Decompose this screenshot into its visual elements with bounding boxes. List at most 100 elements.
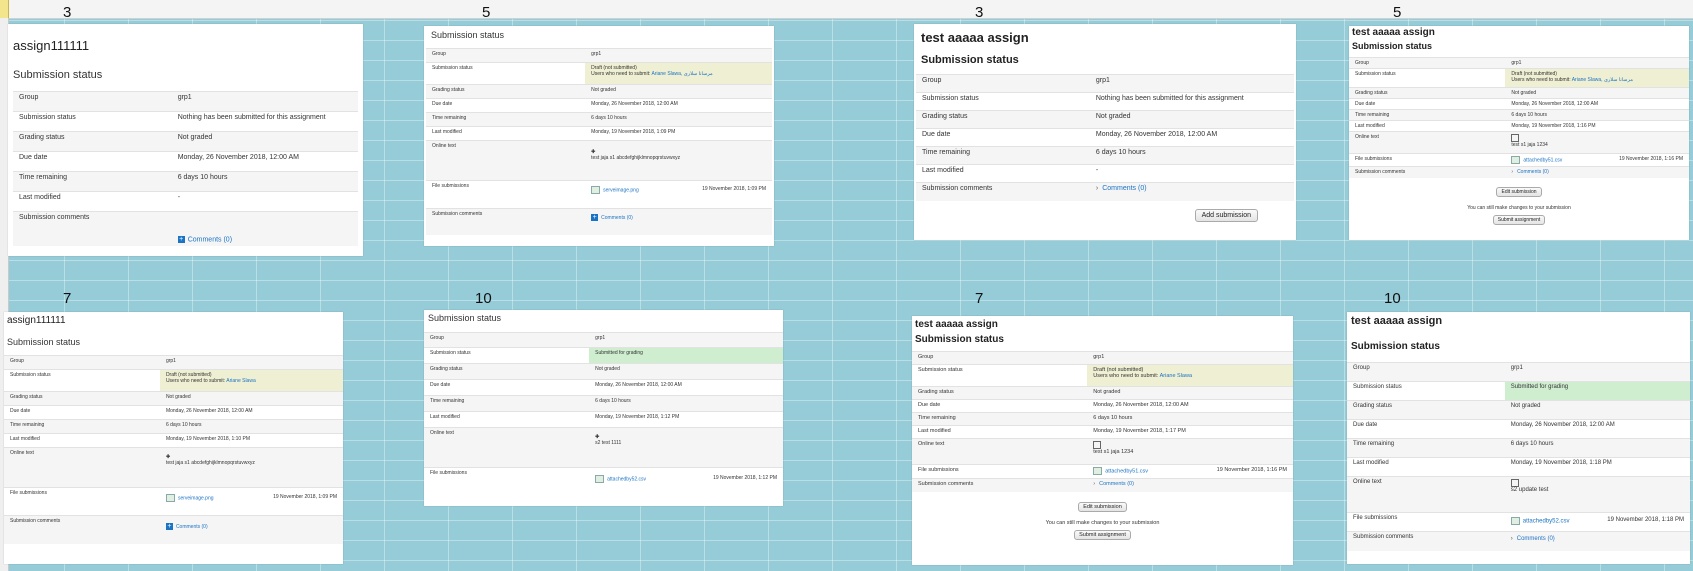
file-link[interactable]: attachedby52.csv <box>1523 519 1570 525</box>
file-link[interactable]: serveimage.png <box>178 495 214 501</box>
row-label: Submission comments <box>426 208 586 235</box>
row-value: Monday, 26 November 2018, 12:00 AM <box>159 405 343 420</box>
file-date: 19 November 2018, 1:16 PM <box>1216 467 1287 473</box>
assignment-title: assign111111 <box>7 315 66 326</box>
row-value: grp1 <box>1087 351 1293 365</box>
row-value: Not graded <box>1505 87 1689 99</box>
row-value: 6 days 10 hours <box>1089 146 1294 165</box>
row-label: File submissions <box>1349 153 1506 167</box>
file-link[interactable]: attachedby51.csv <box>1523 157 1562 163</box>
cell-number: 5 <box>1393 4 1402 21</box>
comments-link[interactable]: Comments (0) <box>188 237 232 244</box>
row-value: grp1 <box>159 355 343 370</box>
screenshot-card-2: Submission status Group grp1 Submission s… <box>424 26 774 246</box>
assignment-title: assign111111 <box>13 38 90 53</box>
need-label: Users who need to submit: <box>591 71 651 77</box>
row-value: grp1 <box>1504 362 1690 382</box>
submission-status-table: Group grp1 Submission status Draft (not su… <box>912 351 1293 492</box>
section-title: Submission status <box>13 69 103 81</box>
users-link[interactable]: Ariane Slawa, مرسانا سلاری <box>651 71 712 77</box>
submission-status-table: Group grp1 Submission status Draft (not su… <box>426 48 772 235</box>
row-value: Not graded <box>1504 400 1690 420</box>
section-title: Submission status <box>7 337 81 347</box>
file-link[interactable]: serveimage.png <box>603 187 639 193</box>
screenshot-card-3: test aaaaa assign Submission status Grou… <box>914 24 1296 240</box>
row-value: 6 days 10 hours <box>585 112 772 127</box>
submission-status-table: Group grp1 Submission status Nothing has b… <box>13 91 358 246</box>
row-label: Last modified <box>912 425 1088 439</box>
row-label: Last modified <box>1347 457 1505 477</box>
select-all-corner[interactable] <box>0 0 9 18</box>
comments-link[interactable]: Comments (0) <box>1099 481 1134 487</box>
row-label: File submissions <box>424 467 590 496</box>
users-link[interactable]: Ariane Slawa, مرسانا سلاری <box>1572 77 1633 83</box>
row-label: Last modified <box>13 191 172 212</box>
row-label: Submission comments <box>916 182 1090 201</box>
online-text-value: test s1 jaja 1234 <box>1511 142 1548 148</box>
file-date: 19 November 2018, 1:12 PM <box>713 475 777 481</box>
edit-icon[interactable] <box>1511 134 1520 142</box>
row-label: Group <box>916 74 1090 93</box>
users-link[interactable]: Ariane Slawa <box>226 378 255 384</box>
row-label: Online text <box>426 140 586 181</box>
comments-link[interactable]: Comments (0) <box>1102 185 1146 192</box>
users-link[interactable]: Ariane Slawa <box>1160 373 1192 379</box>
row-value: Not graded <box>159 391 343 406</box>
screenshot-card-7: test aaaaa assign Submission status Grou… <box>912 316 1293 565</box>
row-label: Grading status <box>1347 400 1505 420</box>
row-value: grp1 <box>585 48 772 63</box>
assignment-title: test aaaaa assign <box>1351 315 1443 327</box>
comments-link[interactable]: Comments (0) <box>176 524 208 530</box>
row-label: Time remaining <box>424 395 590 412</box>
cell-number: 10 <box>1384 290 1401 307</box>
chevron-right-icon: › <box>1093 481 1096 487</box>
row-label: Due date <box>912 399 1088 413</box>
cell-number: 3 <box>63 4 72 21</box>
file-link[interactable]: attachedby52.csv <box>607 476 646 482</box>
edit-icon[interactable] <box>1093 441 1102 449</box>
row-label: Time remaining <box>13 171 172 192</box>
section-title: Submission status <box>1351 341 1440 352</box>
submission-status-table: Group grp1 Submission status Draft (not su… <box>4 355 343 544</box>
comments-link[interactable]: Comments (0) <box>1517 169 1549 175</box>
row-label: Group <box>1349 57 1506 69</box>
row-label: Due date <box>1347 419 1505 439</box>
row-label: Grading status <box>4 391 160 406</box>
need-label: Users who need to submit: <box>1511 77 1571 83</box>
row-value: 6 days 10 hours <box>589 395 783 412</box>
edit-icon[interactable] <box>1510 479 1519 487</box>
row-label: Group <box>1347 362 1505 382</box>
screenshot-card-4: test aaaaa assign Submission status Grou… <box>1349 26 1689 240</box>
row-label: Due date <box>1349 98 1506 110</box>
row-value: Not graded <box>1089 110 1294 129</box>
cell-number: 10 <box>475 290 492 307</box>
file-link[interactable]: attachedby51.csv <box>1105 468 1148 474</box>
submit-assignment-button[interactable]: Submit assignment <box>1492 214 1546 225</box>
section-title: Submission status <box>428 313 502 323</box>
row-value: Not graded <box>589 363 783 380</box>
submission-status-table: Group grp1 Submission status Submitted for… <box>424 332 783 496</box>
row-label: Online text <box>424 427 590 468</box>
file-icon <box>595 475 605 483</box>
file-icon <box>1093 467 1103 475</box>
submit-assignment-button[interactable]: Submit assignment <box>1074 529 1131 540</box>
comments-link[interactable]: Comments (0) <box>1517 536 1555 542</box>
submission-status-table: Group grp1 Submission status Submitted for… <box>1347 362 1690 551</box>
row-label: File submissions <box>4 487 160 516</box>
edit-submission-button[interactable]: Edit submission <box>1078 501 1127 512</box>
row-value: 6 days 10 hours <box>1087 412 1293 426</box>
add-submission-button[interactable]: Add submission <box>1194 208 1258 222</box>
section-title: Submission status <box>431 30 505 40</box>
row-label: Submission comments <box>13 211 172 246</box>
row-value: Monday, 26 November 2018, 12:00 AM <box>585 98 772 113</box>
row-label: Grading status <box>13 131 172 152</box>
row-value: Monday, 26 November 2018, 12:00 AM <box>1504 419 1690 439</box>
comments-link[interactable]: Comments (0) <box>601 215 633 221</box>
expand-icon: + <box>591 214 599 221</box>
edit-submission-button[interactable]: Edit submission <box>1496 186 1542 197</box>
row-label: Last modified <box>424 411 590 428</box>
row-label: Time remaining <box>916 146 1090 165</box>
row-label: Online text <box>912 438 1088 465</box>
row-value: 6 days 10 hours <box>1505 109 1689 121</box>
row-label: Time remaining <box>426 112 586 127</box>
